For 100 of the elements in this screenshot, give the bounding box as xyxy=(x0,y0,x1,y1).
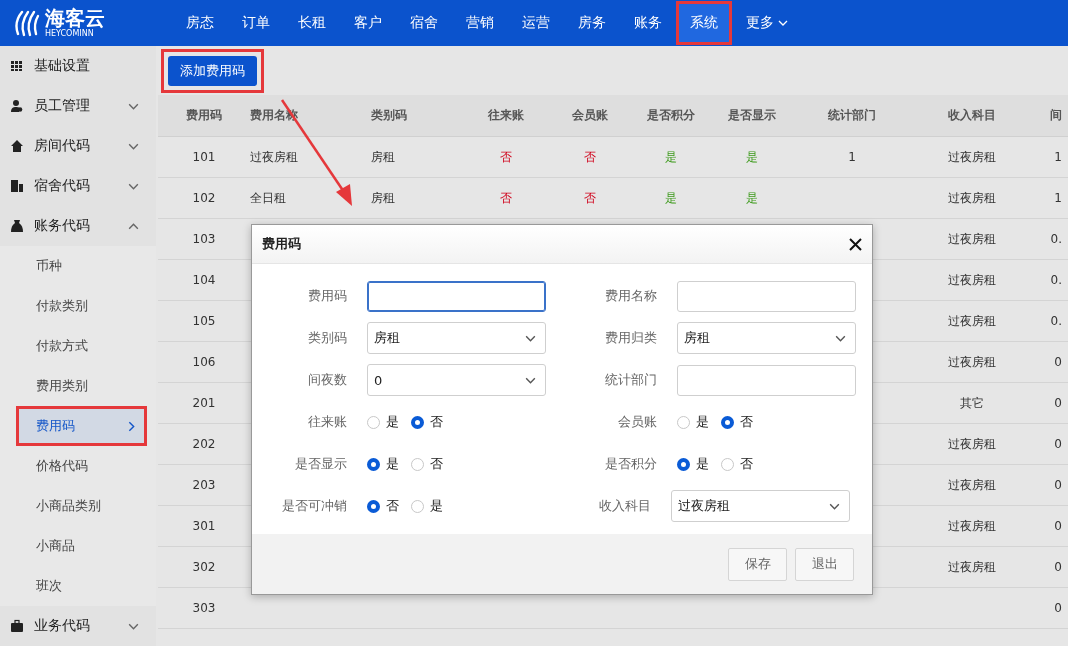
field-label: 费用码 xyxy=(307,287,347,305)
sidebar-item-label: 付款类别 xyxy=(36,297,89,315)
table-cell-text: 0. xyxy=(1049,314,1062,328)
table-cell-text: 202 xyxy=(191,437,217,451)
sidebar-item-label: 费用类别 xyxy=(36,377,89,395)
table-cell-text: 0 xyxy=(1053,478,1062,492)
sidebar-group[interactable]: 宿舍代码 xyxy=(0,166,156,206)
nav-tab[interactable]: 系统 xyxy=(678,3,730,43)
table-cell-text: 302 xyxy=(191,560,217,574)
money-bag-icon xyxy=(10,219,24,233)
radio-option[interactable]: 否 xyxy=(367,497,399,515)
table-cell-text: 203 xyxy=(191,478,217,492)
column-header: 是否显示 xyxy=(726,107,777,124)
column-header: 往来账 xyxy=(486,107,525,124)
radio-option[interactable]: 是 xyxy=(367,413,399,431)
field-label: 是否可冲销 xyxy=(281,497,347,515)
table-cell-text: 否 xyxy=(582,148,597,166)
table-cell-text: 否 xyxy=(498,148,513,166)
nav-tab[interactable]: 运营 xyxy=(510,3,562,43)
table-cell-text: 0 xyxy=(1053,355,1062,369)
table-cell-text: 过夜房租 xyxy=(947,271,997,289)
radio-option[interactable]: 是 xyxy=(367,455,399,473)
table-cell-text: 过夜房租 xyxy=(947,517,997,535)
table-cell-text: 是 xyxy=(663,189,678,207)
table-cell-text: 过夜房租 xyxy=(947,353,997,371)
sidebar-group[interactable]: 员工管理 xyxy=(0,86,156,126)
select-field[interactable]: 过夜房租 xyxy=(671,490,850,522)
nav-tab[interactable]: 更多 xyxy=(734,3,801,43)
add-button[interactable]: 添加费用码 xyxy=(168,55,257,86)
sidebar-group[interactable]: 房间代码 xyxy=(0,126,156,166)
nav-tab[interactable]: 订单 xyxy=(230,3,282,43)
table-cell-text: 303 xyxy=(191,601,217,615)
brand-name: 海客云 xyxy=(45,8,105,28)
field-label: 收入科目 xyxy=(598,497,651,515)
select-field[interactable]: 房租 xyxy=(677,322,856,354)
radio-option[interactable]: 是 xyxy=(677,413,709,431)
table-cell-text: 1 xyxy=(1053,191,1062,205)
radio-option[interactable]: 是 xyxy=(677,455,709,473)
table-cell-text: 105 xyxy=(191,314,217,328)
table-cell-text: 1 xyxy=(1053,150,1062,164)
select-field[interactable]: 0 xyxy=(367,364,546,396)
dialog-button[interactable]: 退出 xyxy=(795,547,854,581)
logo-icon xyxy=(14,8,40,38)
table-cell-text: 0 xyxy=(1053,437,1062,451)
table-cell-text: 过夜房租 xyxy=(947,312,997,330)
text-field[interactable] xyxy=(367,280,546,312)
table-cell-text: 是 xyxy=(663,148,678,166)
field-label: 费用归类 xyxy=(604,329,657,347)
select-field[interactable]: 房租 xyxy=(367,322,546,354)
nav-tab[interactable]: 营销 xyxy=(454,3,506,43)
table-cell-text: 过夜房租 xyxy=(947,189,997,207)
table-cell-text: 过夜房租 xyxy=(947,230,997,248)
column-header: 间 xyxy=(1049,107,1062,124)
dialog-title: 费用码 xyxy=(262,235,301,253)
table-cell-text: 过夜房租 xyxy=(250,148,299,166)
field-label: 类别码 xyxy=(307,329,347,347)
table-cell-text: 102 xyxy=(191,191,217,205)
radio-option[interactable]: 否 xyxy=(721,413,753,431)
sidebar-group-label: 基础设置 xyxy=(34,57,91,75)
grid-icon xyxy=(10,59,24,73)
table-cell-text: 301 xyxy=(191,519,217,533)
sidebar-group-label: 账务代码 xyxy=(34,217,91,235)
field-label: 会员账 xyxy=(617,413,657,431)
field-label: 往来账 xyxy=(307,413,347,431)
home-icon xyxy=(10,139,24,153)
table-cell-text: 201 xyxy=(191,396,217,410)
nav-tab[interactable]: 客户 xyxy=(342,3,394,43)
sidebar-group[interactable]: 基础设置 xyxy=(0,46,156,86)
table-cell-text: 106 xyxy=(191,355,217,369)
sidebar-group-label: 员工管理 xyxy=(34,97,91,115)
field-label: 费用名称 xyxy=(604,287,657,305)
radio-option[interactable]: 是 xyxy=(411,497,443,515)
radio-option[interactable]: 否 xyxy=(411,413,443,431)
close-button[interactable] xyxy=(849,237,862,251)
sidebar-item-label: 币种 xyxy=(36,257,63,275)
table-cell-text: 房租 xyxy=(371,189,396,207)
sidebar-group[interactable]: 账务代码 xyxy=(0,206,156,246)
briefcase-icon xyxy=(10,619,24,633)
radio-option[interactable]: 否 xyxy=(411,455,443,473)
nav-tab[interactable]: 房态 xyxy=(174,3,226,43)
field-label: 是否积分 xyxy=(604,455,657,473)
column-header: 费用码 xyxy=(185,107,223,124)
table-cell-text: 房租 xyxy=(371,148,396,166)
column-header: 收入科目 xyxy=(947,107,997,124)
sidebar-item-label: 费用码 xyxy=(36,417,76,435)
nav-tab[interactable]: 宿舍 xyxy=(398,3,450,43)
table-cell-text: 过夜房租 xyxy=(947,476,997,494)
dialog-button[interactable]: 保存 xyxy=(728,547,787,581)
table-cell-text: 1 xyxy=(847,150,857,164)
sidebar-group[interactable]: 业务代码 xyxy=(0,606,156,646)
close-icon xyxy=(849,237,862,251)
table-cell-text: 否 xyxy=(498,189,513,207)
sidebar-item-label: 小商品 xyxy=(36,537,76,555)
sidebar-group-label: 宿舍代码 xyxy=(34,177,91,195)
sidebar-item[interactable]: 费用码 xyxy=(16,406,147,446)
table-cell-text: 过夜房租 xyxy=(947,148,997,166)
nav-tab[interactable]: 账务 xyxy=(622,3,674,43)
radio-option[interactable]: 否 xyxy=(721,455,753,473)
nav-tab[interactable]: 房务 xyxy=(566,3,618,43)
nav-tab[interactable]: 长租 xyxy=(286,3,338,43)
